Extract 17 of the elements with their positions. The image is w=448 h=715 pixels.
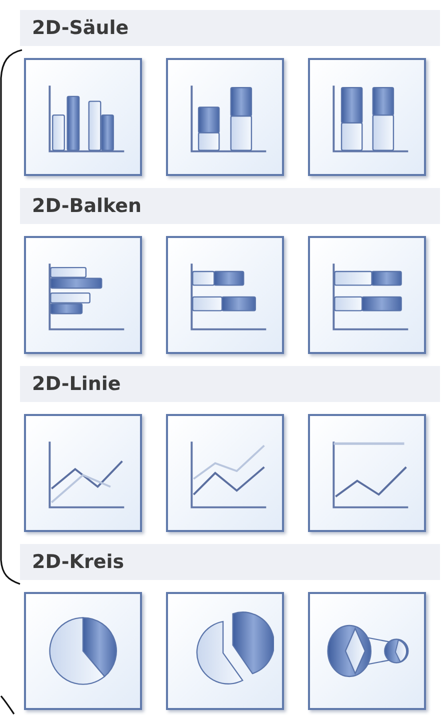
chart-type-button[interactable] xyxy=(24,58,142,176)
section-title: 2D-Kreis xyxy=(32,551,124,573)
chart-type-button[interactable] xyxy=(24,592,142,710)
chart-type-button[interactable] xyxy=(166,414,284,532)
chart-type-button[interactable] xyxy=(166,236,284,354)
section-title: 2D-Linie xyxy=(32,373,121,395)
bracket-line xyxy=(0,696,15,714)
chart-type-button[interactable] xyxy=(166,592,284,710)
chart-type-button[interactable] xyxy=(308,592,426,710)
chart-type-button[interactable] xyxy=(166,58,284,176)
section-title: 2D-Säule xyxy=(32,17,129,39)
chart-type-button[interactable] xyxy=(308,236,426,354)
chart-type-button[interactable] xyxy=(24,414,142,532)
section-title: 2D-Balken xyxy=(32,195,142,217)
chart-type-button[interactable] xyxy=(24,236,142,354)
chart-type-button[interactable] xyxy=(308,58,426,176)
chart-type-button[interactable] xyxy=(308,414,426,532)
